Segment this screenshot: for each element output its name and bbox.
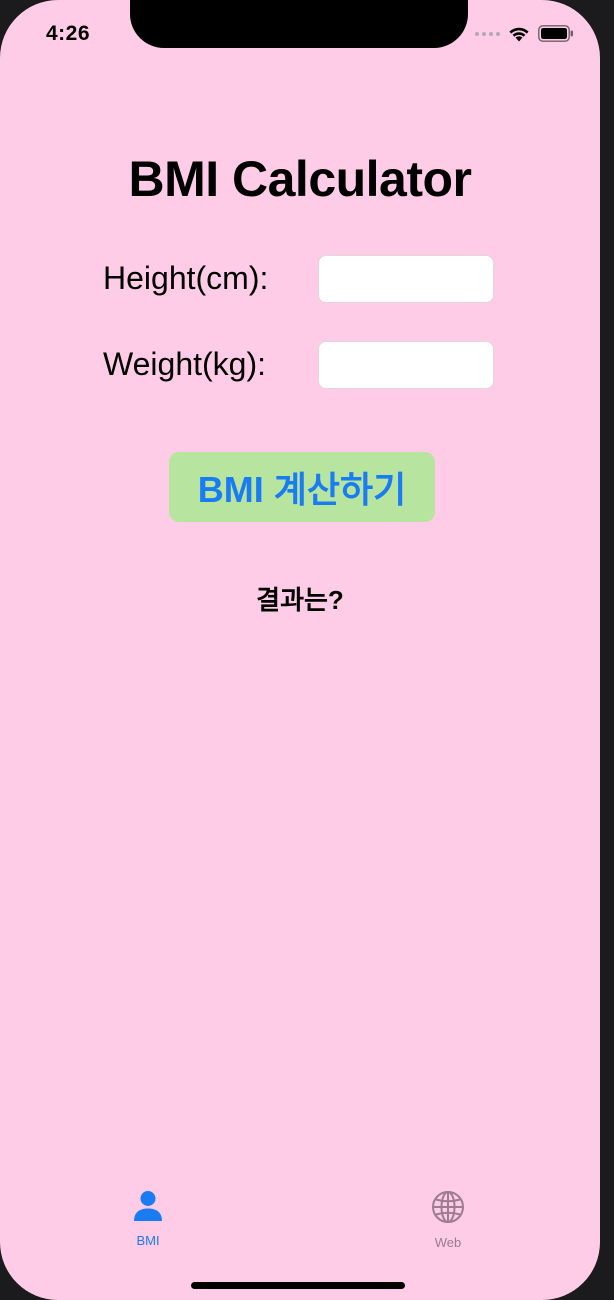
app-screen: 4:26 BMI Calculator Height(cm): Weight(k… [0, 0, 600, 1300]
tab-web[interactable]: Web [408, 1190, 488, 1250]
battery-icon [538, 25, 574, 42]
tab-bmi[interactable]: BMI [108, 1190, 188, 1248]
tab-bmi-label: BMI [136, 1233, 160, 1248]
wifi-icon [508, 26, 530, 42]
globe-icon [431, 1190, 465, 1229]
page-title: BMI Calculator [128, 151, 472, 207]
home-indicator[interactable] [191, 1282, 405, 1289]
weight-input[interactable] [318, 341, 494, 389]
device-notch [130, 0, 468, 48]
tab-web-label: Web [434, 1235, 462, 1250]
weight-label: Weight(kg): [103, 346, 267, 382]
result-label: 결과는? [256, 585, 344, 615]
height-input[interactable] [318, 255, 494, 303]
status-time: 4:26 [46, 22, 91, 45]
calculate-bmi-button[interactable]: BMI 계산하기 [169, 452, 435, 522]
person-icon [133, 1190, 163, 1227]
status-icons [475, 25, 574, 42]
device-bezel: 4:26 BMI Calculator Height(cm): Weight(k… [0, 0, 614, 1300]
cellular-signal-icon [475, 31, 500, 36]
height-label: Height(cm): [103, 260, 269, 296]
